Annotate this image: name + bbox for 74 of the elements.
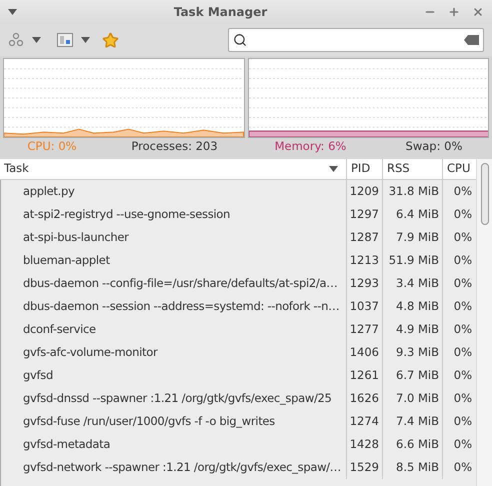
pid-cell-text: 1406	[350, 344, 379, 361]
rss-cell-text: 7.4 MiB	[396, 412, 439, 430]
rss-cell-text: 31.8 MiB	[388, 182, 439, 200]
pid-cell-text: 1293	[350, 274, 379, 292]
column-header[interactable]: CPU	[443, 159, 476, 179]
cpu-usage: CPU: 0%	[27, 138, 77, 155]
pid-cell-text: 1213	[350, 252, 379, 269]
task-name: gvfsd-network --spawner :1.21 /org/gtk/gvfs/exec_spaw/…	[23, 458, 341, 476]
cpu-cell-text: 0%	[454, 252, 472, 269]
cpu-cell-text: 0%	[454, 412, 472, 430]
task-name: dbus-daemon --session --address=systemd: --nofork --n…	[23, 298, 340, 315]
task-name: applet.py	[23, 182, 74, 200]
pid-cell-text: 1626	[350, 390, 379, 407]
cpu-cell-text: 0%	[454, 458, 472, 476]
pid-cell-text: 1287	[350, 228, 379, 246]
swap-usage: Swap: 0%	[406, 138, 462, 155]
task-name: gvfsd-metadata	[23, 436, 110, 453]
rss-cell-text: 6.4 MiB	[396, 206, 439, 223]
pid-cell-text: 1209	[350, 182, 379, 200]
rss-cell-text: 8.5 MiB	[396, 458, 439, 476]
rss-cell-text: 7.9 MiB	[396, 228, 439, 246]
memory-usage: Memory: 6%	[274, 138, 346, 155]
rss-cell-text: 7.0 MiB	[396, 390, 439, 407]
rss-cell-text: 6.6 MiB	[396, 436, 439, 453]
scrollbar-thumb[interactable]	[480, 163, 488, 225]
task-name: gvfsd-fuse /run/user/1000/gvfs -f -o big_writes	[23, 412, 275, 430]
cpu-cell-text: 0%	[454, 344, 472, 361]
cpu-cell-text: 0%	[454, 390, 472, 407]
cpu-cell-text: 0%	[454, 206, 472, 223]
column-header[interactable]: PID	[347, 159, 383, 179]
window-menu-icon[interactable]	[8, 9, 17, 15]
pid-cell-text: 1261	[350, 366, 379, 384]
pid-cell-text: 1297	[350, 206, 379, 223]
cpu-cell-text: 0%	[454, 366, 472, 384]
task-name: at-spi-bus-launcher	[23, 228, 129, 246]
task-name: blueman-applet	[23, 252, 110, 269]
cpu-cell-text: 0%	[454, 182, 472, 200]
process-count: Processes: 203	[131, 138, 218, 155]
pid-cell-text: 1529	[350, 458, 379, 476]
gears-icon[interactable]	[8, 32, 24, 48]
pid-cell-text: 1277	[350, 320, 379, 338]
search-icon	[233, 33, 247, 47]
window-title: Task Manager	[174, 5, 268, 19]
pid-cell-text: 1274	[350, 412, 379, 430]
task-name: gvfs-afc-volume-monitor	[23, 344, 158, 361]
dropdown-caret-icon[interactable]	[32, 37, 41, 43]
task-name: gvfsd	[23, 366, 53, 384]
cpu-cell-text: 0%	[454, 298, 472, 315]
cpu-cell-text: 0%	[454, 320, 472, 338]
cpu-cell-text: 0%	[454, 228, 472, 246]
task-name: gvfsd-dnssd --spawner :1.21 /org/gtk/gvfs/exec_spaw/25	[23, 390, 332, 407]
rss-cell-text: 4.9 MiB	[396, 320, 439, 338]
sort-caret-icon	[329, 166, 338, 172]
cpu-cell-text: 0%	[454, 274, 472, 292]
task-name: dconf-service	[23, 320, 96, 338]
cpu-cell-text: 0%	[454, 436, 472, 453]
column-header[interactable]: RSS	[383, 159, 443, 179]
close-icon[interactable]	[472, 6, 484, 18]
pid-cell-text: 1428	[350, 436, 379, 453]
task-name: at-spi2-registryd --use-gnome-session	[23, 206, 230, 223]
column-header[interactable]: Task	[0, 159, 347, 179]
star-icon[interactable]	[102, 32, 119, 48]
rss-cell-text: 51.9 MiB	[388, 252, 439, 269]
maximize-icon[interactable]	[448, 6, 460, 18]
rss-cell-text: 6.7 MiB	[396, 366, 439, 384]
panel-icon[interactable]	[57, 33, 73, 47]
pid-cell-text: 1037	[350, 298, 379, 315]
rss-cell-text: 3.4 MiB	[396, 274, 439, 292]
task-name: dbus-daemon --config-file=/usr/share/defaults/at-spi2/a…	[23, 274, 338, 292]
search-field[interactable]	[228, 28, 484, 52]
rss-cell-text: 9.3 MiB	[396, 344, 439, 361]
dropdown-caret-icon[interactable]	[81, 37, 90, 43]
rss-cell-text: 4.8 MiB	[396, 298, 439, 315]
clear-icon[interactable]	[464, 35, 479, 45]
